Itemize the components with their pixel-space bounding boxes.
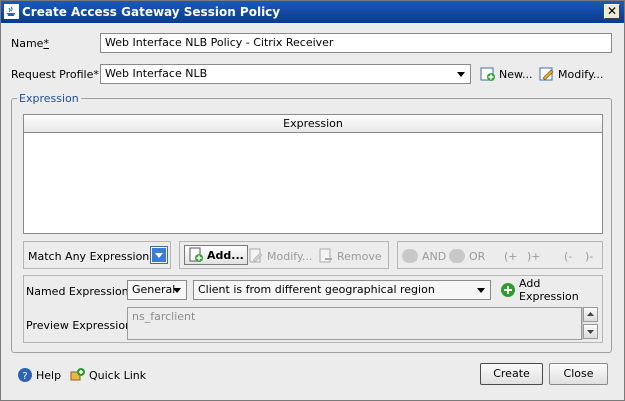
expression-edit-toolbar: Add... Modify... Remove	[179, 241, 389, 269]
modify-expression-button[interactable]: Modify...	[248, 247, 312, 265]
window-title: Create Access Gateway Session Policy	[22, 5, 281, 19]
add-icon	[188, 247, 204, 263]
expression-table[interactable]: Expression	[23, 114, 603, 234]
name-field[interactable]: Web Interface NLB Policy - Citrix Receiv…	[100, 33, 612, 53]
dialog-window: Create Access Gateway Session Policy ✕ N…	[0, 0, 625, 401]
new-icon	[480, 66, 496, 82]
match-toolbar: Match Any Expression	[23, 241, 171, 269]
modify-profile-button[interactable]: Modify...	[539, 65, 603, 83]
request-profile-label: Request Profile*	[11, 68, 99, 81]
open-paren-plus-button[interactable]: (+	[504, 250, 518, 263]
preview-expression-field[interactable]: ns_farclient	[127, 307, 582, 340]
or-button[interactable]: OR	[469, 250, 485, 263]
dropdown-arrow-icon	[170, 283, 184, 297]
dropdown-arrow-icon	[474, 283, 488, 297]
close-paren-minus-button[interactable]: )-	[585, 250, 593, 263]
down-arrow-icon	[587, 330, 594, 334]
dropdown-arrow-icon	[152, 248, 166, 262]
help-icon: ?	[17, 367, 33, 383]
named-expression-select[interactable]: Client is from different geographical re…	[193, 280, 491, 300]
modify-icon	[539, 66, 555, 82]
close-button[interactable]: Close	[549, 363, 608, 385]
expression-column-header[interactable]: Expression	[24, 115, 602, 133]
close-icon: ✕	[606, 4, 618, 18]
remove-icon	[318, 248, 334, 264]
or-toggle-icon	[449, 249, 465, 263]
new-profile-button[interactable]: New...	[480, 65, 532, 83]
close-window-button[interactable]: ✕	[604, 4, 620, 19]
scroll-down-button[interactable]	[583, 324, 598, 339]
open-paren-minus-button[interactable]: (-	[564, 250, 572, 263]
preview-expression-label: Preview Expression	[26, 319, 133, 332]
add-expression-row-button[interactable]: Add...	[184, 245, 248, 265]
request-profile-select[interactable]: Web Interface NLB	[100, 64, 471, 84]
close-paren-plus-button[interactable]: )+	[527, 250, 541, 263]
preview-scrollbar[interactable]	[582, 307, 598, 340]
title-bar[interactable]: Create Access Gateway Session Policy ✕	[1, 1, 624, 23]
modify-icon	[248, 248, 264, 264]
remove-expression-button[interactable]: Remove	[318, 247, 382, 265]
named-expressions-panel: Named Expressions General Client is from…	[23, 275, 603, 343]
add-expression-button[interactable]: Add Expression	[500, 277, 602, 303]
match-any-label: Match Any Expression	[28, 250, 150, 263]
add-expression-icon	[500, 282, 516, 298]
help-link[interactable]: ? Help	[17, 367, 61, 383]
expression-legend: Expression	[17, 92, 81, 105]
up-arrow-icon	[587, 312, 594, 316]
svg-text:?: ?	[22, 371, 27, 382]
scroll-up-button[interactable]	[583, 307, 598, 322]
create-button[interactable]: Create	[480, 363, 543, 385]
match-dropdown-button[interactable]	[150, 246, 168, 264]
operator-toolbar: AND OR (+ )+ (- )-	[397, 241, 603, 269]
and-button[interactable]: AND	[422, 250, 446, 263]
named-expressions-label: Named Expressions	[26, 285, 135, 298]
dropdown-arrow-icon	[454, 67, 468, 81]
named-category-select[interactable]: General	[127, 280, 187, 300]
name-label: Name*	[11, 37, 49, 50]
and-toggle-icon	[402, 249, 418, 263]
quick-link-icon	[70, 367, 86, 383]
java-icon	[4, 4, 19, 19]
quick-link[interactable]: Quick Link	[70, 367, 146, 383]
request-profile-value: Web Interface NLB	[105, 67, 208, 80]
